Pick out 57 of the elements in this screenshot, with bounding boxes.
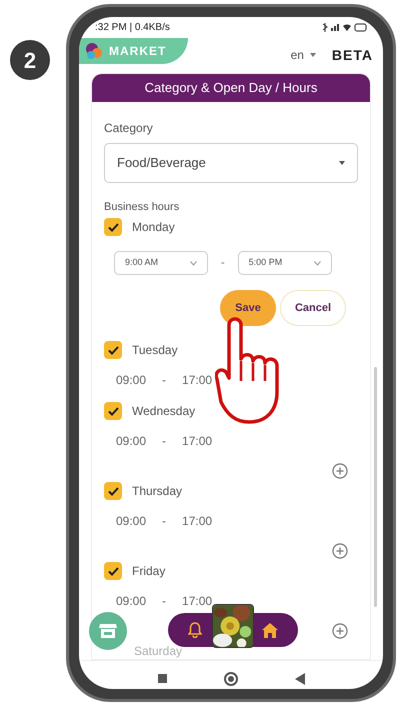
caret-icon [339, 161, 345, 165]
home-icon[interactable] [224, 672, 238, 686]
end-time: 17:00 [182, 433, 212, 450]
panel-title: Category & Open Day / Hours [92, 74, 370, 102]
time-separator: - [162, 372, 166, 389]
time-separator: - [221, 256, 225, 271]
start-time: 09:00 [116, 433, 146, 450]
category-select[interactable]: Food/Beverage [104, 143, 358, 183]
recent-apps-icon[interactable] [158, 674, 166, 683]
add-icon[interactable] [332, 463, 348, 479]
logo-text: MARKET [109, 43, 166, 60]
save-button[interactable]: Save [220, 290, 276, 326]
logo-icon [85, 42, 103, 60]
cancel-button[interactable]: Cancel [280, 290, 346, 326]
day-label: Monday [132, 219, 175, 236]
add-icon[interactable] [332, 543, 348, 559]
time-separator: - [162, 513, 166, 530]
add-icon[interactable] [332, 623, 348, 639]
end-time: 17:00 [182, 513, 212, 530]
checkbox[interactable] [104, 562, 122, 580]
end-time: 17:00 [182, 593, 212, 610]
time-separator: - [162, 593, 166, 610]
back-icon[interactable] [294, 672, 304, 684]
caret-icon [310, 53, 316, 57]
end-time: 17:00 [182, 372, 212, 389]
chevron-icon [314, 260, 321, 266]
house-icon[interactable] [262, 622, 278, 638]
day-label: Wednesday [132, 403, 196, 420]
status-icons [321, 22, 367, 32]
store-icon [99, 623, 117, 639]
language-select[interactable]: en [290, 46, 316, 64]
start-time: 09:00 [116, 372, 146, 389]
check-icon [108, 486, 118, 496]
check-icon [108, 346, 118, 354]
bell-icon[interactable] [188, 622, 202, 638]
category-label: Category [104, 120, 154, 135]
section-label: Business hours [104, 200, 180, 213]
day-label: Tuesday [132, 342, 178, 359]
time-separator: - [162, 433, 166, 450]
beta-label: BETA [332, 46, 373, 64]
checkbox[interactable] [104, 341, 122, 359]
day-label: Friday [132, 563, 166, 580]
day-label: Saturday [134, 644, 182, 658]
check-icon [108, 406, 118, 416]
time-select[interactable]: 5:00 PM [238, 251, 332, 275]
time-select[interactable]: 9:00 AM [114, 251, 208, 275]
step-badge: 2 [10, 40, 50, 80]
check-icon [108, 566, 118, 576]
day-label: Thursday [132, 483, 182, 500]
start-time: 09:00 [116, 593, 146, 610]
checkbox[interactable] [104, 482, 122, 500]
check-icon [108, 222, 118, 232]
checkbox[interactable] [104, 218, 122, 236]
status-text: :32 PM | 0.4KB/s [95, 20, 170, 34]
checkbox[interactable] [104, 402, 122, 420]
start-time: 09:00 [116, 513, 146, 530]
chevron-icon [190, 260, 197, 266]
